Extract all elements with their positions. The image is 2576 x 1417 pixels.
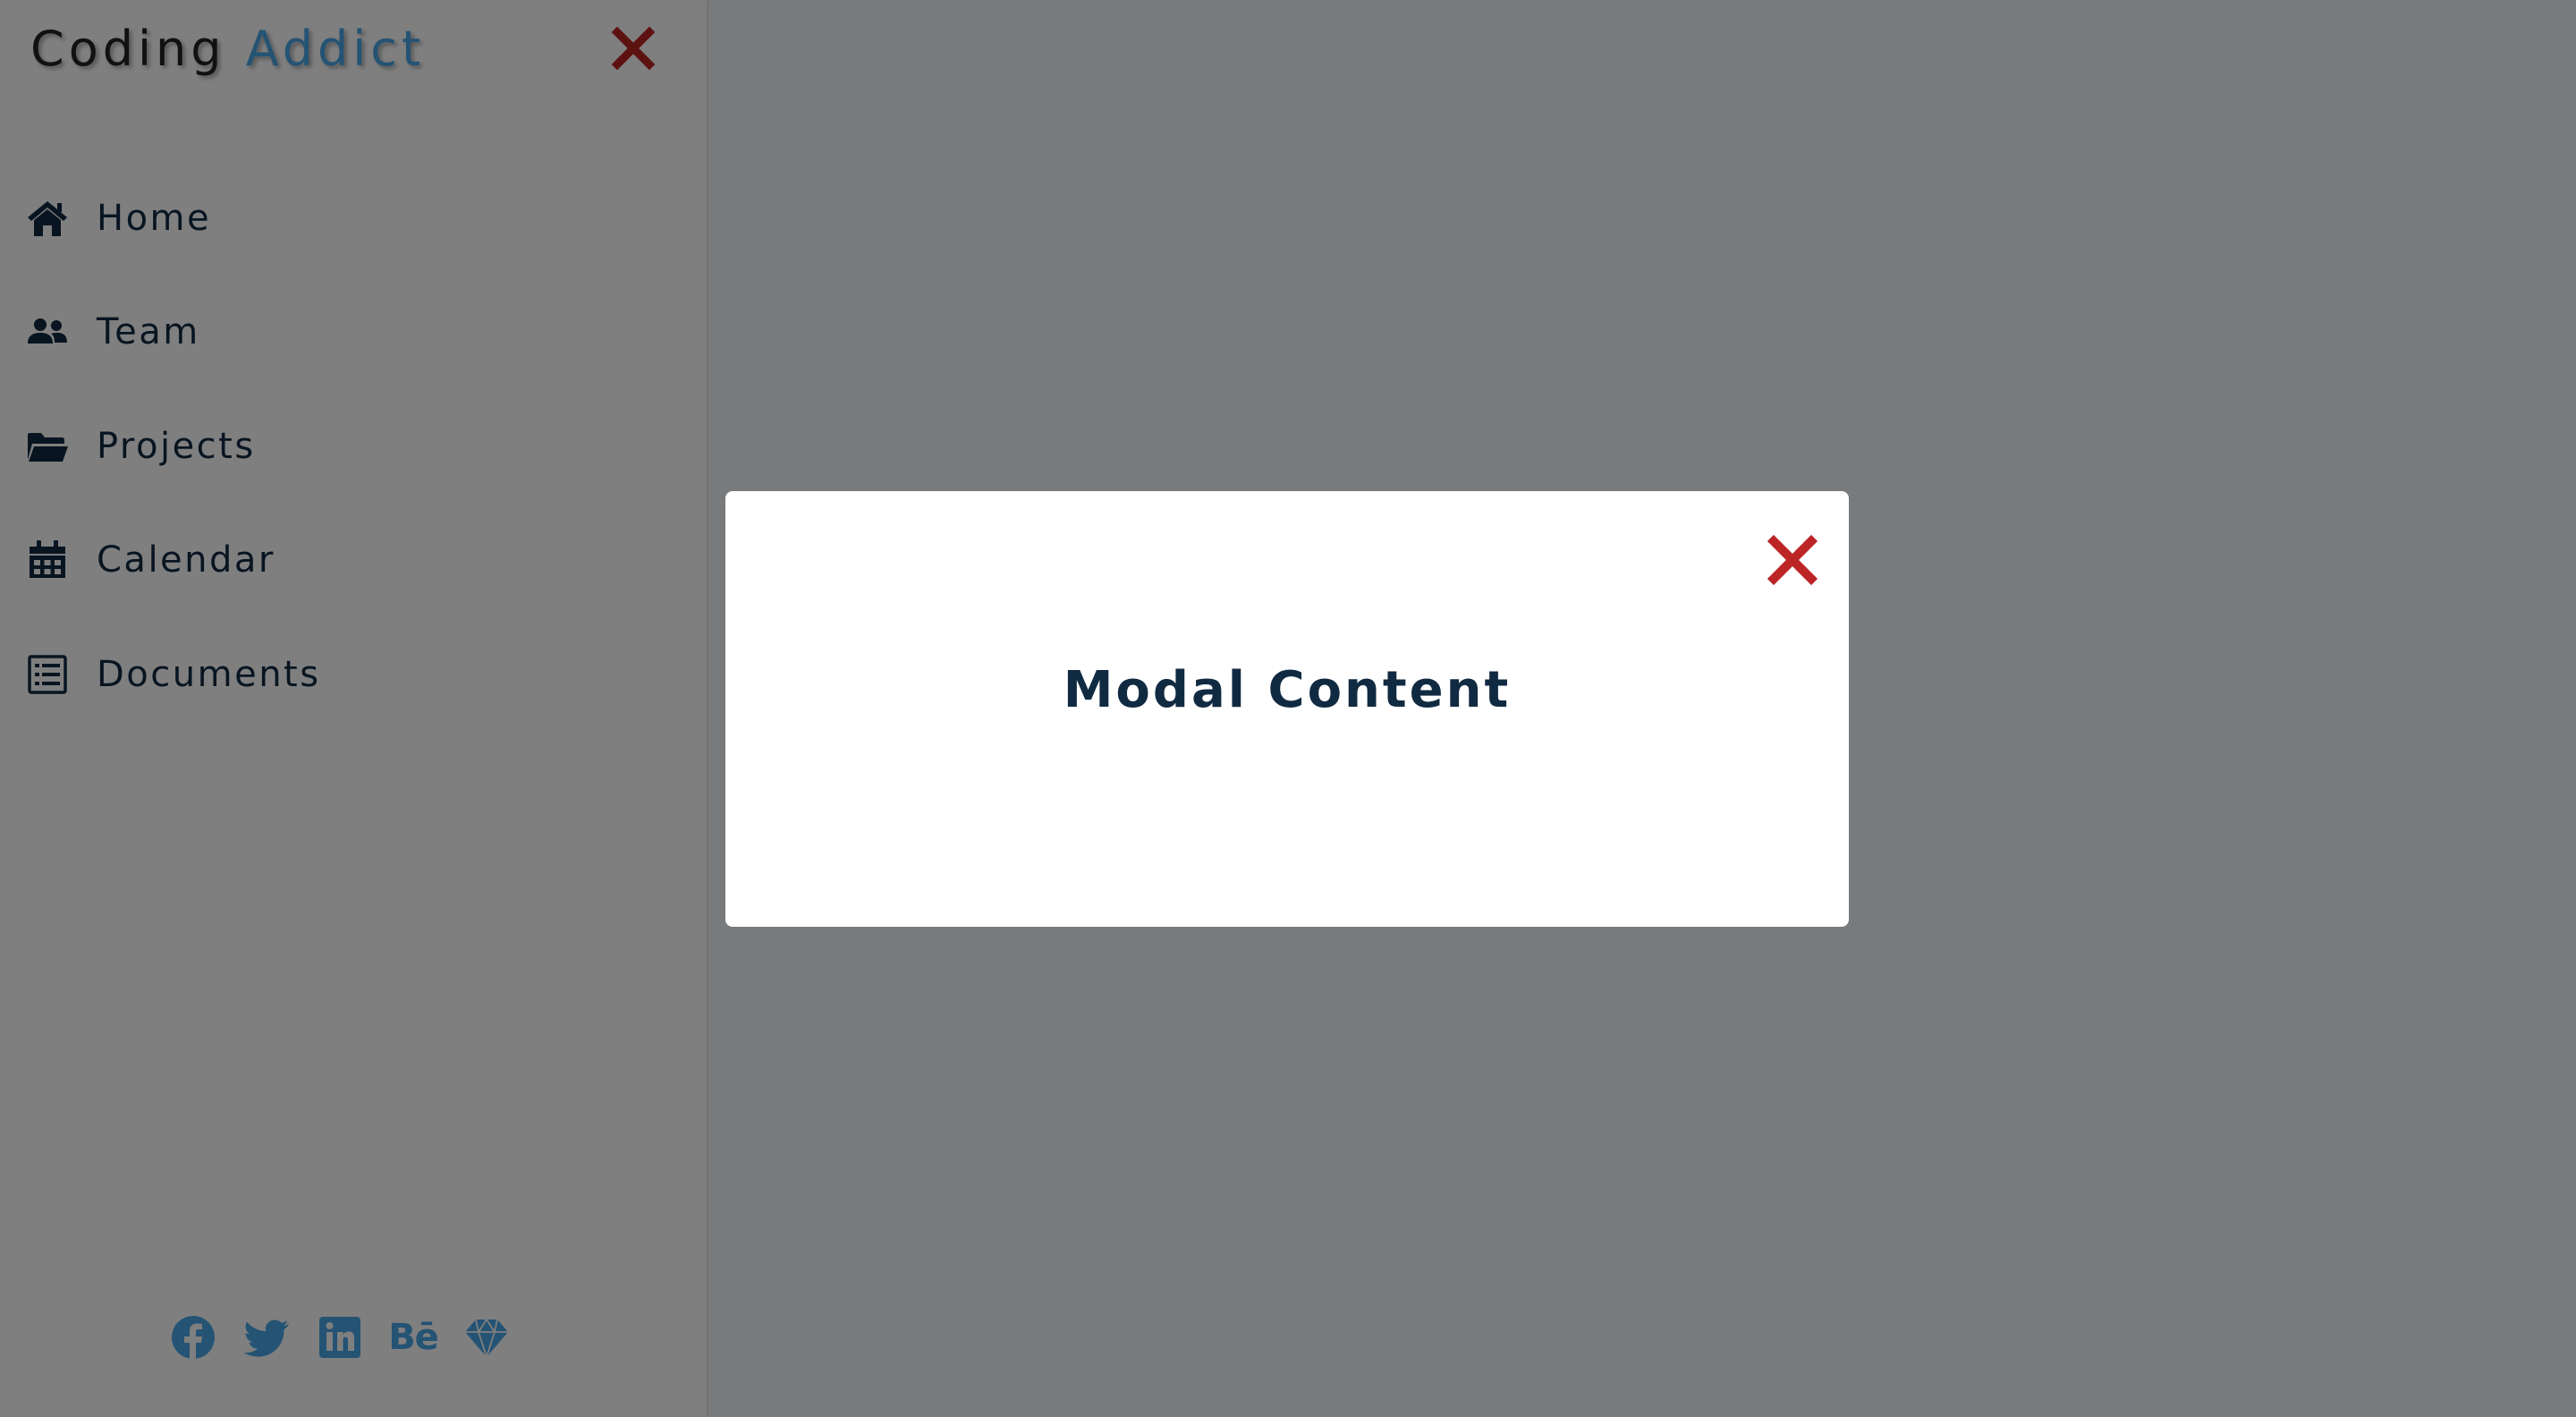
modal-close-button[interactable] [1763, 530, 1822, 590]
modal: Modal Content [725, 491, 1849, 927]
close-icon [1767, 534, 1818, 586]
modal-title: Modal Content [1063, 661, 1512, 719]
